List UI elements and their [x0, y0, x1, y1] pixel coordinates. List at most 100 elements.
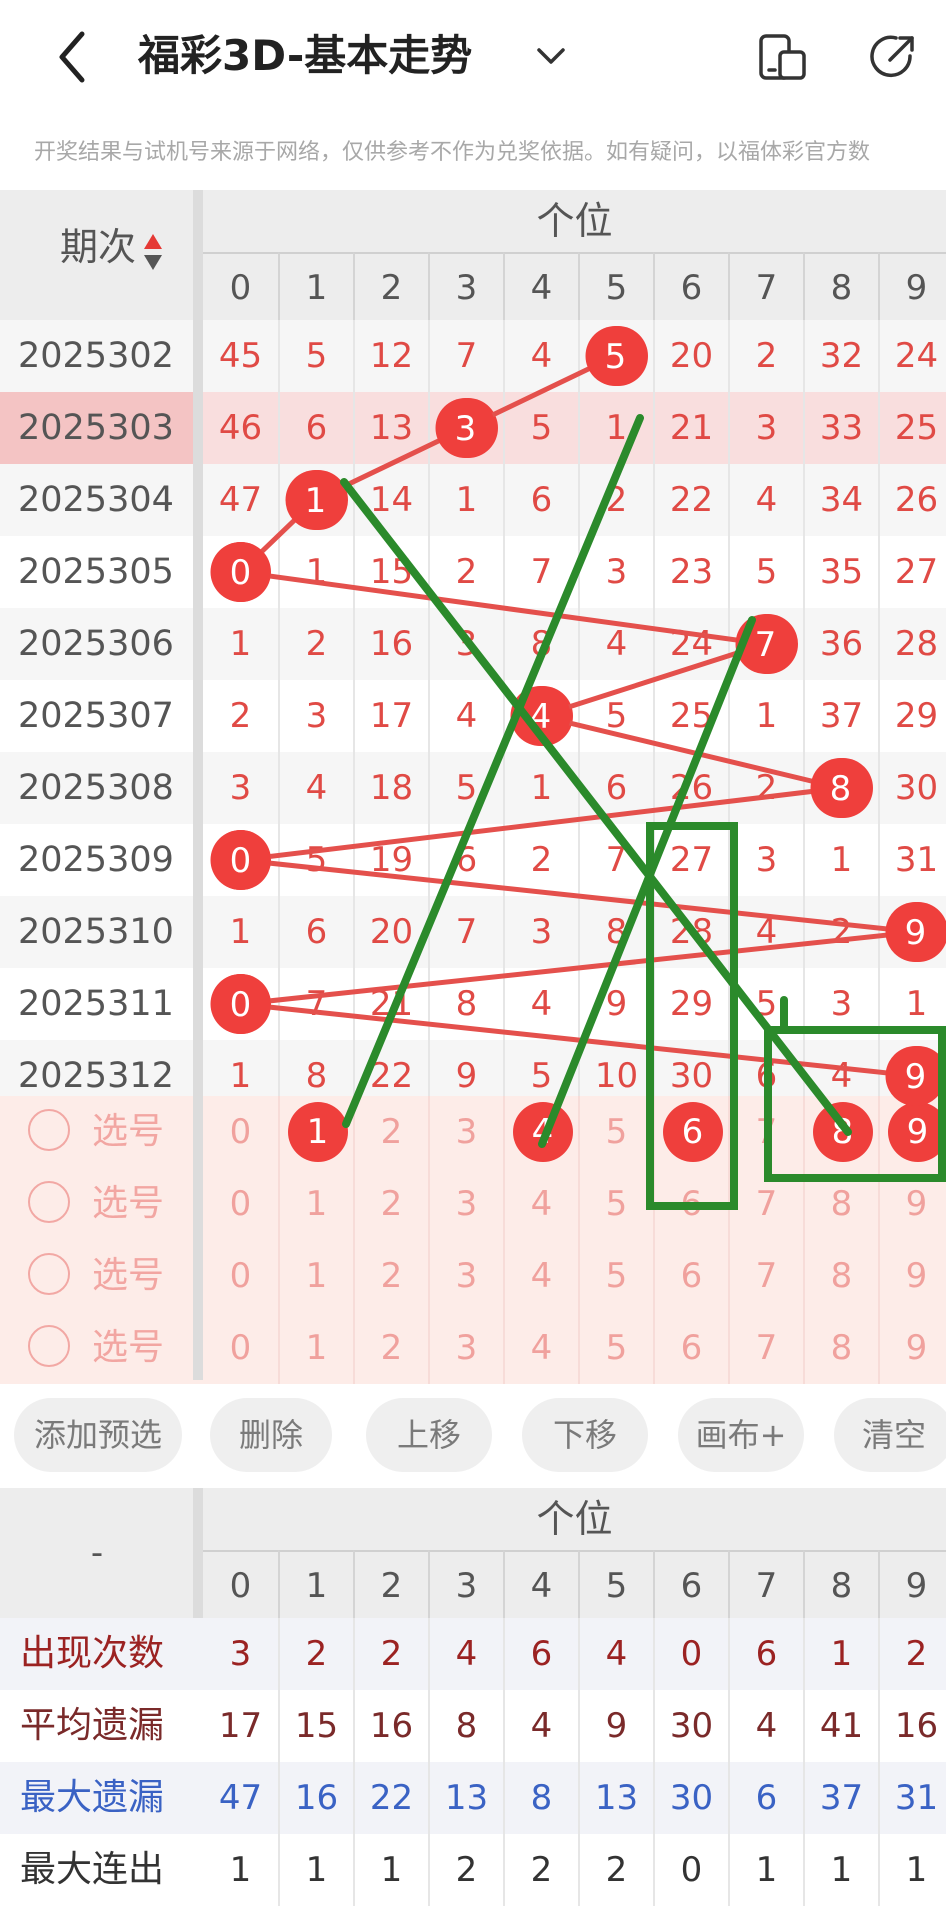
share-icon[interactable]: [866, 30, 920, 84]
stats-value: 1: [203, 1834, 278, 1906]
omission-cell: 1: [728, 680, 803, 752]
pick-cell[interactable]: 2: [353, 1096, 428, 1168]
omission-cell: 1: [878, 968, 946, 1040]
pick-cell[interactable]: 7: [728, 1312, 803, 1384]
sort-toggle-icon[interactable]: [143, 232, 163, 272]
action-button[interactable]: 上移: [366, 1398, 492, 1472]
pick-cell[interactable]: 4: [503, 1240, 578, 1312]
pick-label[interactable]: 选号: [92, 1240, 164, 1312]
pick-cell[interactable]: 5: [578, 1240, 653, 1312]
pick-cell[interactable]: 6: [653, 1312, 728, 1384]
page-title[interactable]: 福彩3D-基本走势: [138, 28, 472, 84]
pick-cell[interactable]: 7: [728, 1168, 803, 1240]
stats-value: 4: [728, 1690, 803, 1762]
omission-cell: 23: [653, 536, 728, 608]
action-button[interactable]: 删除: [210, 1398, 332, 1472]
stats-value: 1: [803, 1834, 878, 1906]
pick-cell[interactable]: 8: [803, 1312, 878, 1384]
action-button[interactable]: 画布+: [678, 1398, 804, 1472]
stats-value: 1: [878, 1834, 946, 1906]
stats-value: 22: [353, 1762, 428, 1834]
selected-ball[interactable]: 1: [288, 1102, 348, 1162]
pick-label[interactable]: 选号: [92, 1096, 164, 1168]
pick-cell[interactable]: 2: [353, 1312, 428, 1384]
table-row: 2025310162073828429: [0, 896, 946, 968]
omission-cell: 7: [278, 968, 353, 1040]
pick-cell[interactable]: 9: [878, 1168, 946, 1240]
pick-cell[interactable]: 1: [278, 1312, 353, 1384]
draw-ball: 3: [438, 398, 498, 458]
pick-cell[interactable]: 4: [503, 1168, 578, 1240]
selected-ball[interactable]: 6: [663, 1102, 723, 1162]
pick-cell[interactable]: 0: [203, 1168, 278, 1240]
pick-cell[interactable]: 6: [653, 1168, 728, 1240]
pick-cell[interactable]: 6: [653, 1096, 728, 1168]
action-button[interactable]: 添加预选: [14, 1398, 182, 1472]
selected-ball[interactable]: 9: [888, 1102, 946, 1162]
issue-number: 2025303: [0, 392, 194, 464]
omission-cell: 2: [578, 464, 653, 536]
pick-cell[interactable]: 5: [578, 1312, 653, 1384]
pick-cell[interactable]: 4: [503, 1312, 578, 1384]
stats-value: 8: [428, 1690, 503, 1762]
selected-ball[interactable]: 4: [513, 1102, 573, 1162]
pick-cell[interactable]: 1: [278, 1096, 353, 1168]
pick-cell[interactable]: 1: [278, 1240, 353, 1312]
issue-header-cell[interactable]: 期次: [0, 190, 194, 320]
action-button[interactable]: 清空: [834, 1398, 946, 1472]
pick-cell[interactable]: 3: [428, 1096, 503, 1168]
stats-value: 6: [503, 1618, 578, 1690]
back-arrow-icon[interactable]: [44, 22, 104, 92]
omission-cell: 1: [203, 608, 278, 680]
table-row: 2025311072184929531: [0, 968, 946, 1040]
omission-cell: 14: [353, 464, 428, 536]
pick-cell[interactable]: 9: [878, 1312, 946, 1384]
pick-cell[interactable]: 1: [278, 1168, 353, 1240]
pick-cell[interactable]: 2: [353, 1240, 428, 1312]
pick-label[interactable]: 选号: [92, 1312, 164, 1384]
omission-cell: 1: [578, 392, 653, 464]
selected-ball[interactable]: 8: [813, 1102, 873, 1162]
action-button[interactable]: 下移: [522, 1398, 648, 1472]
omission-cell: 22: [653, 464, 728, 536]
pick-radio[interactable]: [28, 1253, 70, 1295]
pick-label[interactable]: 选号: [92, 1168, 164, 1240]
pick-cell[interactable]: 3: [428, 1240, 503, 1312]
pick-cell[interactable]: 7: [728, 1096, 803, 1168]
pick-cell[interactable]: 5: [578, 1096, 653, 1168]
chevron-down-icon[interactable]: [533, 36, 569, 76]
omission-cell: 5: [578, 320, 653, 392]
pick-radio[interactable]: [28, 1109, 70, 1151]
pick-cell[interactable]: 8: [803, 1240, 878, 1312]
omission-cell: 45: [203, 320, 278, 392]
pick-cell[interactable]: 3: [428, 1312, 503, 1384]
stats-row: 平均遗漏1715168493044116: [0, 1690, 946, 1762]
phone-layout-icon[interactable]: [756, 30, 810, 84]
pick-cell[interactable]: 8: [803, 1168, 878, 1240]
omission-cell: 19: [353, 824, 428, 896]
pick-cell[interactable]: 3: [428, 1168, 503, 1240]
pick-cell[interactable]: 5: [578, 1168, 653, 1240]
pick-cell[interactable]: 2: [353, 1168, 428, 1240]
pick-radio[interactable]: [28, 1325, 70, 1367]
pick-cell[interactable]: 0: [203, 1240, 278, 1312]
pick-radio[interactable]: [28, 1181, 70, 1223]
stats-corner: -: [0, 1488, 194, 1618]
issue-number: 2025311: [0, 968, 194, 1040]
omission-cell: 5: [278, 320, 353, 392]
stats-value: 6: [728, 1762, 803, 1834]
pick-cell[interactable]: 0: [203, 1312, 278, 1384]
pick-cell[interactable]: 6: [653, 1240, 728, 1312]
stats-value: 17: [203, 1690, 278, 1762]
issue-number: 2025304: [0, 464, 194, 536]
pick-cell[interactable]: 0: [203, 1096, 278, 1168]
omission-cell: 5: [428, 752, 503, 824]
pick-cell[interactable]: 4: [503, 1096, 578, 1168]
pick-cell[interactable]: 9: [878, 1240, 946, 1312]
pick-cell[interactable]: 9: [878, 1096, 946, 1168]
omission-cell: 2: [278, 608, 353, 680]
pick-cell[interactable]: 7: [728, 1240, 803, 1312]
omission-cell: 8: [578, 896, 653, 968]
pick-cell[interactable]: 8: [803, 1096, 878, 1168]
omission-cell: 36: [803, 608, 878, 680]
